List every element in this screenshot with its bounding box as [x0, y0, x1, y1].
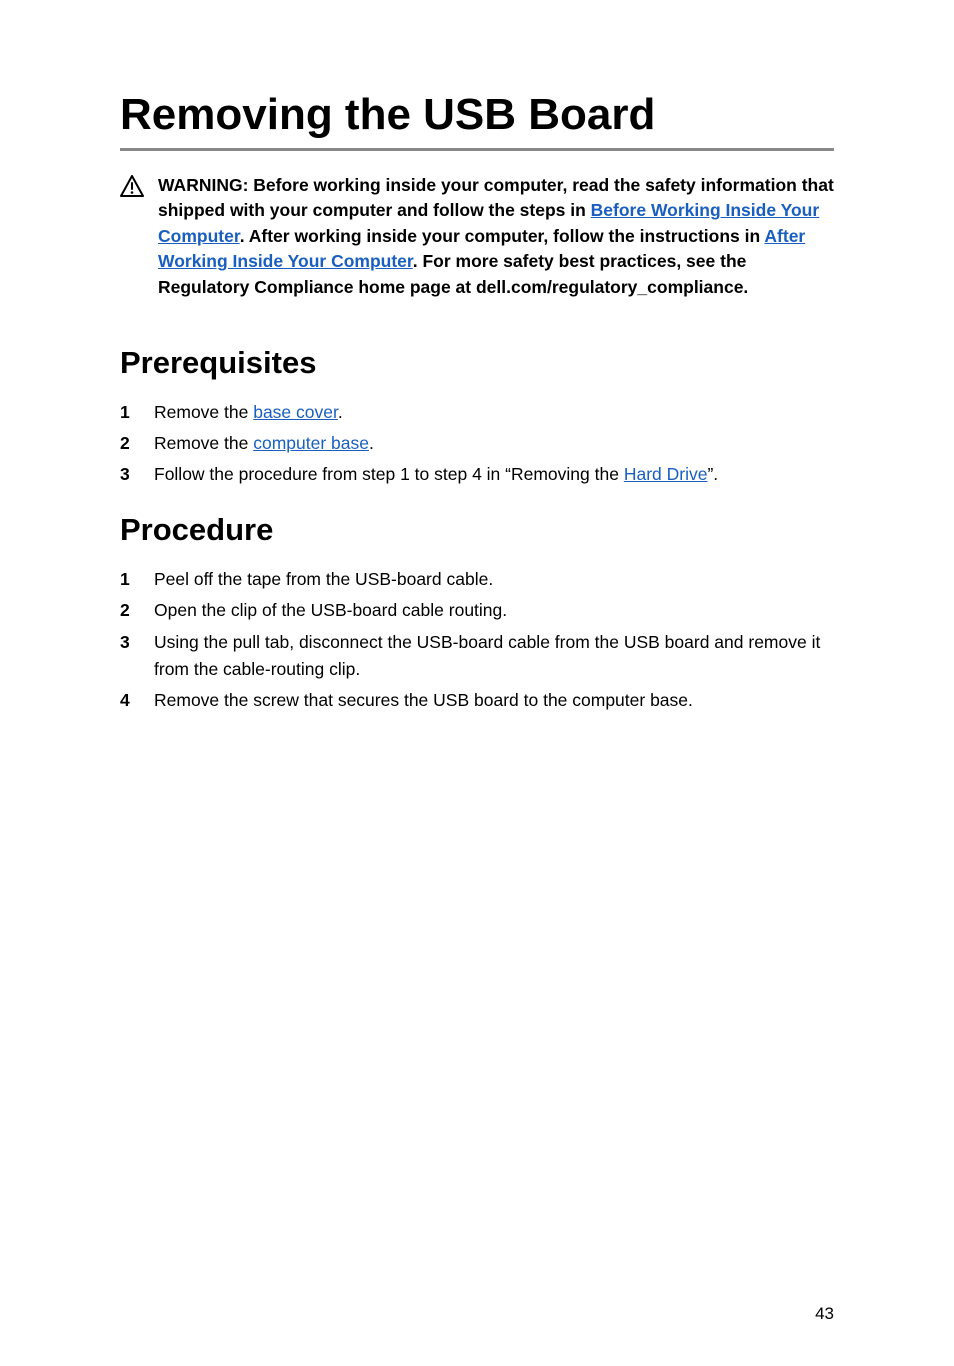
- list-item: 2 Open the clip of the USB-board cable r…: [120, 597, 834, 624]
- page-title: Removing the USB Board: [120, 90, 834, 151]
- prerequisites-section: Prerequisites 1 Remove the base cover. 2…: [120, 345, 834, 488]
- item-pre: Remove the: [154, 433, 253, 453]
- item-number: 4: [120, 687, 154, 714]
- warning-block: WARNING: Before working inside your comp…: [120, 173, 834, 300]
- list-item: 4 Remove the screw that secures the USB …: [120, 687, 834, 714]
- item-number: 2: [120, 597, 154, 624]
- item-text: Open the clip of the USB-board cable rou…: [154, 597, 834, 624]
- item-number: 3: [120, 629, 154, 656]
- item-number: 2: [120, 430, 154, 457]
- list-item: 3 Using the pull tab, disconnect the USB…: [120, 629, 834, 683]
- item-number: 3: [120, 461, 154, 488]
- list-item: 1 Peel off the tape from the USB-board c…: [120, 566, 834, 593]
- link-hard-drive[interactable]: Hard Drive: [624, 464, 708, 484]
- item-post: .: [338, 402, 343, 422]
- link-base-cover[interactable]: base cover: [253, 402, 338, 422]
- item-text: Using the pull tab, disconnect the USB-b…: [154, 629, 834, 683]
- list-item: 1 Remove the base cover.: [120, 399, 834, 426]
- warning-icon: [120, 173, 144, 202]
- item-post: ”.: [707, 464, 718, 484]
- page-number: 43: [815, 1304, 834, 1324]
- list-item: 2 Remove the computer base.: [120, 430, 834, 457]
- procedure-heading: Procedure: [120, 512, 834, 548]
- item-number: 1: [120, 566, 154, 593]
- prerequisites-list: 1 Remove the base cover. 2 Remove the co…: [120, 399, 834, 488]
- item-number: 1: [120, 399, 154, 426]
- prerequisites-heading: Prerequisites: [120, 345, 834, 381]
- warning-middle1: . After working inside your computer, fo…: [240, 226, 765, 246]
- item-text: Remove the screw that secures the USB bo…: [154, 687, 834, 714]
- list-item: 3 Follow the procedure from step 1 to st…: [120, 461, 834, 488]
- item-post: .: [369, 433, 374, 453]
- item-pre: Remove the: [154, 402, 253, 422]
- link-computer-base[interactable]: computer base: [253, 433, 369, 453]
- item-pre: Follow the procedure from step 1 to step…: [154, 464, 624, 484]
- procedure-list: 1 Peel off the tape from the USB-board c…: [120, 566, 834, 714]
- warning-text: WARNING: Before working inside your comp…: [158, 173, 834, 300]
- item-text: Peel off the tape from the USB-board cab…: [154, 566, 834, 593]
- procedure-section: Procedure 1 Peel off the tape from the U…: [120, 512, 834, 714]
